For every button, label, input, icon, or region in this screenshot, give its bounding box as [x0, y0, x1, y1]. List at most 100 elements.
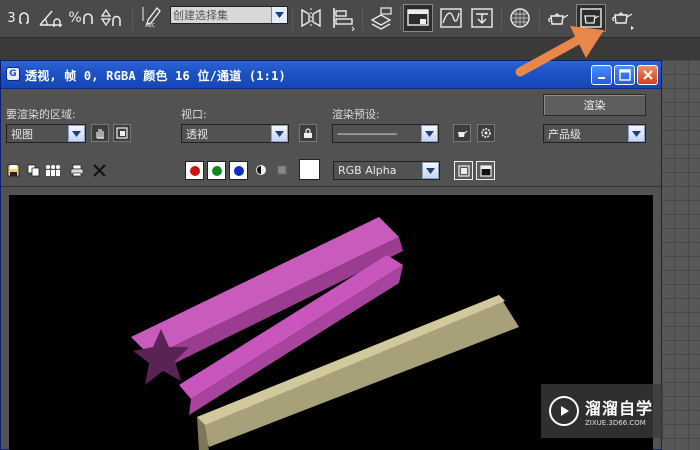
color-swatch[interactable] — [299, 159, 320, 180]
layers-icon — [370, 7, 392, 30]
save-icon — [7, 164, 19, 176]
curve-editor-button[interactable] — [436, 4, 466, 32]
chevron-down-icon[interactable] — [421, 125, 438, 142]
snap-3d-button[interactable]: 3 — [4, 4, 34, 32]
lock-viewport-button[interactable] — [299, 124, 317, 142]
selection-set-placeholder: 创建选择集 — [173, 9, 228, 22]
copy-image-button[interactable] — [25, 162, 41, 178]
clear-button[interactable] — [91, 162, 107, 178]
abc-label: ABC — [145, 23, 156, 29]
clear-x-icon — [92, 163, 106, 177]
percent-snap-label: % — [68, 10, 82, 26]
overlay-frame-icon — [457, 164, 470, 177]
viewport-value: 透视 — [186, 127, 208, 141]
teapot-icon — [458, 130, 468, 137]
layer-manager-button[interactable] — [366, 4, 396, 32]
align-button[interactable] — [328, 4, 358, 32]
toolbar-separator — [362, 6, 363, 30]
toolbar-separator — [132, 6, 133, 30]
red-channel-toggle[interactable] — [185, 161, 204, 180]
toolbar-separator — [292, 6, 293, 30]
green-channel-toggle[interactable] — [207, 161, 226, 180]
schematic-icon — [471, 8, 493, 28]
teapot-render-icon — [612, 12, 634, 30]
schematic-view-button[interactable] — [467, 4, 497, 32]
named-selection-set-dropdown[interactable]: 创建选择集 — [170, 6, 288, 24]
snap-magnet-icon — [82, 13, 93, 24]
channel-display-dropdown[interactable]: RGB Alpha — [333, 161, 440, 180]
snap-magnet-icon — [18, 12, 29, 24]
toolbar-separator — [400, 6, 401, 30]
play-logo-icon — [549, 396, 579, 426]
alpha-half-circle-icon — [256, 165, 266, 175]
production-level-value: 产品级 — [548, 127, 581, 141]
toggle-ui-button[interactable] — [476, 161, 495, 180]
render-preset-dropdown[interactable]: -------------------- — [332, 124, 439, 143]
printer-icon — [70, 164, 84, 176]
hand-icon — [96, 129, 104, 139]
green-dot-icon — [211, 165, 222, 176]
auto-region-button[interactable] — [113, 124, 131, 142]
production-level-dropdown[interactable]: 产品级 — [543, 124, 646, 143]
render-production-button[interactable] — [608, 4, 638, 32]
maximize-button[interactable] — [614, 65, 635, 85]
clone-people-icon — [46, 164, 60, 176]
align-icon — [333, 8, 355, 31]
chevron-down-icon[interactable] — [422, 162, 439, 179]
area-to-render-dropdown[interactable]: 视图 — [6, 124, 86, 143]
watermark: 溜溜自学 ZIXUE.3D66.COM — [541, 384, 663, 438]
monochrome-square-icon — [277, 165, 287, 175]
environment-button[interactable] — [477, 124, 495, 142]
region-frame-icon — [116, 127, 128, 139]
chevron-down-icon[interactable] — [628, 125, 645, 142]
render-button[interactable]: 渲染 — [543, 94, 646, 116]
area-to-render-label: 要渲染的区域: — [6, 108, 76, 121]
toggle-ui-overlays-button[interactable] — [454, 161, 473, 180]
snap-3d-label: 3 — [7, 10, 16, 26]
spinner-snap-icon — [100, 8, 121, 27]
graphite-toolbar-button[interactable] — [403, 4, 433, 32]
channel-display-value: RGB Alpha — [338, 164, 397, 177]
guide-arrow-icon — [515, 26, 604, 77]
lock-icon — [304, 128, 312, 138]
toolbar-separator — [501, 6, 502, 30]
spinner-snap-button[interactable] — [96, 4, 126, 32]
render-preset-label: 渲染预设: — [332, 108, 380, 121]
watermark-url: ZIXUE.3D66.COM — [585, 419, 646, 427]
window-title: 透视, 帧 0, RGBA 颜色 16 位/通道 (1:1) — [25, 69, 286, 83]
curve-editor-icon — [440, 8, 462, 28]
mirror-icon — [301, 8, 321, 28]
watermark-brand: 溜溜自学 — [585, 399, 654, 418]
close-icon — [642, 70, 653, 80]
blue-dot-icon — [233, 165, 244, 176]
frame-buffer-toolbar: RGB Alpha — [1, 157, 661, 185]
copy-icon — [27, 164, 39, 176]
display-alpha-button[interactable] — [253, 162, 269, 178]
save-image-button[interactable] — [5, 162, 21, 178]
mirror-button[interactable] — [296, 4, 326, 32]
clone-window-button[interactable] — [45, 162, 61, 178]
edit-region-button[interactable] — [91, 124, 109, 142]
monochrome-button[interactable] — [274, 162, 290, 178]
percent-snap-button[interactable]: % — [66, 4, 96, 32]
viewport-dropdown[interactable]: 透视 — [181, 124, 289, 143]
edit-named-selection-button[interactable]: ABC — [137, 4, 167, 32]
screen: 3 % ABC 创建选择集 G 透视, 帧 0, RGBA 颜色 16 位/通道… — [0, 0, 700, 450]
angle-snap-button[interactable] — [36, 4, 66, 32]
gear-icon — [481, 128, 491, 138]
area-to-render-value: 视图 — [11, 127, 33, 141]
red-dot-icon — [189, 165, 200, 176]
print-image-button[interactable] — [69, 162, 85, 178]
maximize-icon — [618, 69, 631, 81]
render-preset-value: -------------------- — [337, 127, 397, 140]
viewport-grid — [660, 60, 700, 450]
chevron-down-icon[interactable] — [271, 7, 287, 23]
close-button[interactable] — [637, 65, 658, 85]
ui-window-icon — [479, 164, 492, 177]
render-setup-small-button[interactable] — [453, 124, 471, 142]
chevron-down-icon[interactable] — [271, 125, 288, 142]
chevron-down-icon[interactable] — [68, 125, 85, 142]
app-icon: G — [6, 67, 20, 81]
viewport-label: 视口: — [181, 108, 207, 121]
blue-channel-toggle[interactable] — [229, 161, 248, 180]
